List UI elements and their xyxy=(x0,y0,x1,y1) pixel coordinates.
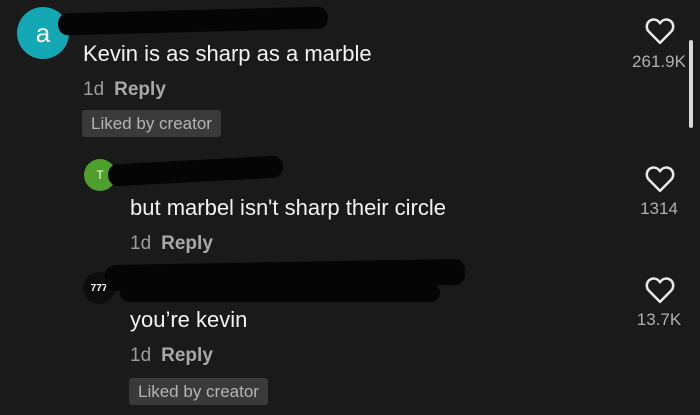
like-count: 13.7K xyxy=(636,310,682,329)
comment-time: 1d xyxy=(83,79,105,100)
scrollbar[interactable] xyxy=(689,40,693,128)
heart-outline-icon[interactable] xyxy=(645,276,675,304)
comment-text: you’re kevin xyxy=(130,307,248,332)
heart-outline-icon[interactable] xyxy=(645,165,675,193)
username-redacted xyxy=(120,284,440,302)
like-count: 1314 xyxy=(640,199,678,218)
username-redacted xyxy=(57,6,329,36)
reply-button[interactable]: Reply xyxy=(161,345,213,366)
avatar-letter: a xyxy=(35,17,51,48)
username-redacted xyxy=(107,155,284,187)
comment-time: 1d xyxy=(130,233,152,254)
reply-button[interactable]: Reply xyxy=(161,233,213,254)
reply-button[interactable]: Reply xyxy=(114,79,166,100)
comment-meta: 1d Reply xyxy=(130,233,213,255)
heart-outline-icon[interactable] xyxy=(645,17,675,45)
like-count: 261.9K xyxy=(632,52,686,71)
avatar-letter: T xyxy=(96,168,104,182)
liked-by-creator-badge: Liked by creator xyxy=(129,378,268,405)
comment-time: 1d xyxy=(130,345,152,366)
comment-text: but marbel isn't sharp their circle xyxy=(130,195,446,220)
comment-meta: 1d Reply xyxy=(130,345,213,367)
comment-meta: 1d Reply xyxy=(83,79,166,101)
comment-text: Kevin is as sharp as a marble xyxy=(83,41,372,66)
liked-by-creator-badge: Liked by creator xyxy=(82,110,221,137)
